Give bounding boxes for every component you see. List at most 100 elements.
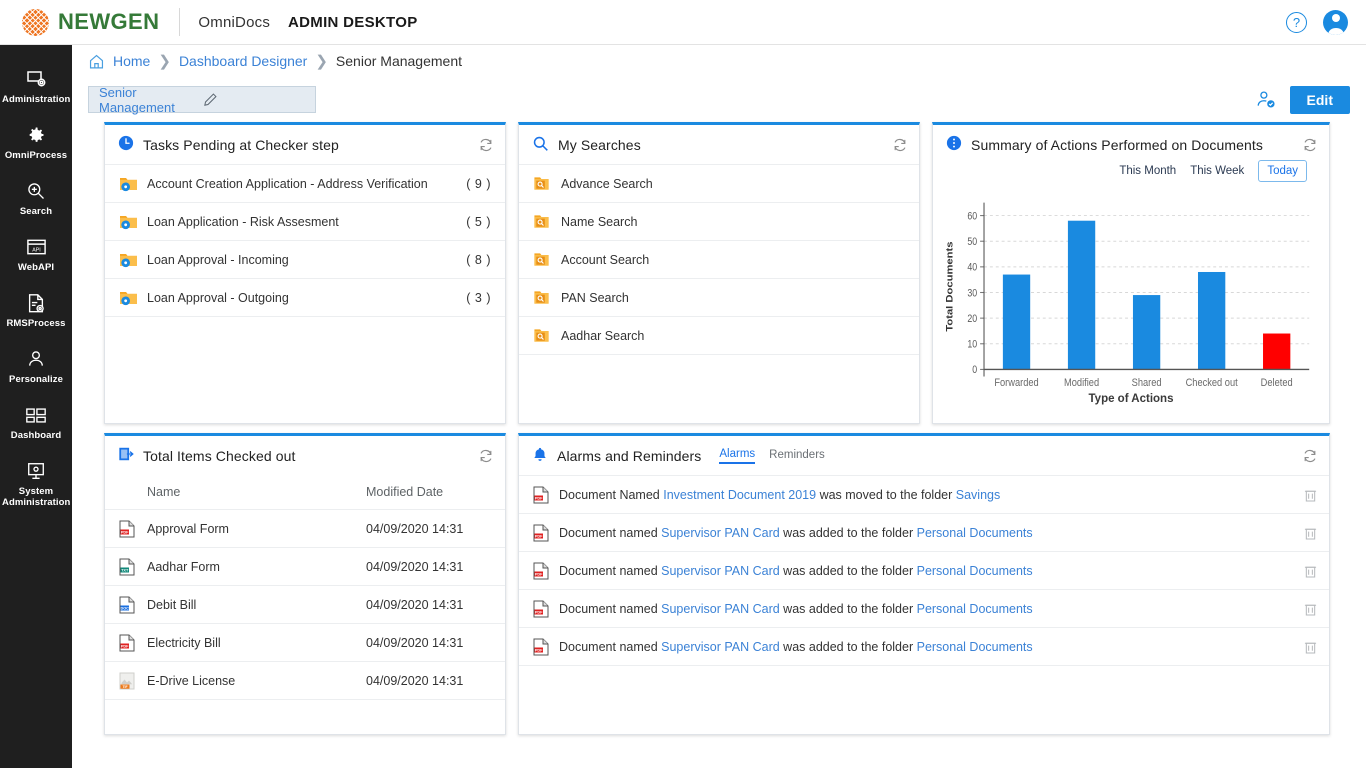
tab-reminders[interactable]: Reminders — [769, 449, 825, 463]
alarm-document-link[interactable]: Supervisor PAN Card — [661, 640, 780, 654]
list-item[interactable]: Loan Approval - Incoming ( 8 ) — [105, 240, 505, 278]
tif-file-icon: TIF — [119, 672, 147, 690]
breadcrumb: Home ❯ Dashboard Designer ❯ Senior Manag… — [72, 45, 1366, 77]
file-modified-date: 04/09/2020 14:31 — [366, 521, 464, 536]
alarm-folder-link[interactable]: Personal Documents — [917, 640, 1033, 654]
sidebar-item-search[interactable]: Search — [0, 171, 72, 227]
chart-filter-this-month[interactable]: This Month — [1119, 165, 1176, 177]
panel-header: Total Items Checked out — [105, 436, 505, 475]
alarm-item[interactable]: PDF Document named Supervisor PAN Card w… — [519, 513, 1329, 551]
list-item[interactable]: Name Search — [519, 202, 919, 240]
alarm-document-link[interactable]: Supervisor PAN Card — [661, 564, 780, 578]
list-item[interactable]: PAN Search — [519, 278, 919, 316]
sidebar-item-dashboard[interactable]: Dashboard — [0, 395, 72, 451]
alarm-folder-link[interactable]: Savings — [956, 488, 1000, 502]
table-row[interactable]: DOC Debit Bill 04/09/2020 14:31 — [105, 585, 505, 623]
alarm-document-link[interactable]: Investment Document 2019 — [663, 488, 816, 502]
panel-header: Alarms and Reminders Alarms Reminders — [519, 436, 1329, 475]
file-name: Electricity Bill — [147, 635, 221, 650]
bar-chart: 0 10 20 30 40 50 60 Forwarded Modified Shared Che… — [933, 182, 1329, 399]
sidebar-item-personalize[interactable]: Personalize — [0, 339, 72, 395]
refresh-icon[interactable] — [478, 448, 494, 464]
list-item[interactable]: Aadhar Search — [519, 316, 919, 354]
alarm-document-link[interactable]: Supervisor PAN Card — [661, 526, 780, 540]
dashboard-title-value: Senior Management — [99, 84, 175, 115]
alarm-message: Document Named Investment Document 2019 … — [559, 488, 1304, 502]
tab-alarms[interactable]: Alarms — [719, 448, 756, 464]
alarm-document-link[interactable]: Supervisor PAN Card — [661, 602, 780, 616]
table-row[interactable]: TXT Aadhar Form 04/09/2020 14:31 — [105, 547, 505, 585]
pdf-file-icon: PDF — [119, 634, 147, 652]
svg-text:PDF: PDF — [535, 648, 543, 652]
dashboard-title-input[interactable]: Senior Management — [88, 84, 316, 115]
sidebar-item-rmsprocess[interactable]: RMSProcess — [0, 283, 72, 339]
document-gear-icon — [2, 292, 70, 314]
refresh-icon[interactable] — [1302, 137, 1318, 153]
svg-text:20: 20 — [967, 313, 977, 325]
sidebar-item-webapi[interactable]: API WebAPI — [0, 227, 72, 283]
table-row[interactable]: PDF Electricity Bill 04/09/2020 14:31 — [105, 623, 505, 661]
sidebar-item-system-administration[interactable]: System Administration — [0, 451, 72, 518]
alarm-item[interactable]: PDF Document named Supervisor PAN Card w… — [519, 551, 1329, 589]
refresh-icon[interactable] — [478, 137, 494, 153]
table-row[interactable]: PDF Approval Form 04/09/2020 14:31 — [105, 509, 505, 547]
svg-text:PDF: PDF — [535, 496, 543, 500]
alarm-message: Document named Supervisor PAN Card was a… — [559, 602, 1304, 616]
newgen-logo[interactable]: NEWGEN — [22, 8, 159, 36]
list-item[interactable]: Loan Approval - Outgoing ( 3 ) — [105, 278, 505, 316]
alarm-folder-link[interactable]: Personal Documents — [917, 526, 1033, 540]
chart-filter-today[interactable]: Today — [1258, 160, 1307, 182]
trash-icon[interactable] — [1304, 526, 1317, 540]
pdf-file-icon: PDF — [533, 562, 559, 580]
grid-tiles-icon — [2, 404, 70, 426]
refresh-icon[interactable] — [1302, 448, 1318, 464]
list-item[interactable]: Account Creation Application - Address V… — [105, 164, 505, 202]
trash-icon[interactable] — [1304, 564, 1317, 578]
trash-icon[interactable] — [1304, 602, 1317, 616]
list-item-label: Loan Application - Risk Assesment — [147, 214, 339, 229]
pencil-edit-icon[interactable] — [203, 92, 307, 107]
breadcrumb-item-dashboard-designer[interactable]: Dashboard Designer — [179, 53, 307, 69]
sidebar-item-administration[interactable]: Administration — [0, 59, 72, 115]
refresh-icon[interactable] — [892, 137, 908, 153]
alarm-item[interactable]: PDF Document Named Investment Document 2… — [519, 475, 1329, 513]
user-avatar-icon[interactable] — [1323, 9, 1348, 35]
alarms-bottom-divider — [519, 665, 1329, 666]
trash-icon[interactable] — [1304, 640, 1317, 654]
chart-filter-this-week[interactable]: This Week — [1190, 165, 1244, 177]
sidebar-item-omniprocess[interactable]: OmniProcess — [0, 115, 72, 171]
table-row[interactable]: TIF E-Drive License 04/09/2020 14:31 — [105, 661, 505, 699]
alarm-item[interactable]: PDF Document named Supervisor PAN Card w… — [519, 627, 1329, 665]
svg-text:0: 0 — [972, 364, 977, 376]
home-icon[interactable] — [88, 53, 105, 70]
list-item[interactable]: Loan Application - Risk Assesment ( 5 ) — [105, 202, 505, 240]
alarm-folder-link[interactable]: Personal Documents — [917, 564, 1033, 578]
svg-text:Forwarded: Forwarded — [994, 377, 1039, 389]
pdf-file-icon: PDF — [533, 524, 559, 542]
edit-button[interactable]: Edit — [1289, 85, 1350, 114]
alarm-folder-link[interactable]: Personal Documents — [917, 602, 1033, 616]
trash-icon[interactable] — [1304, 488, 1317, 502]
help-circle-icon[interactable]: ? — [1286, 11, 1307, 33]
pdf-file-icon: PDF — [119, 520, 147, 538]
chart-time-filters: This Month This Week Today — [933, 160, 1329, 182]
user-check-icon[interactable] — [1256, 89, 1277, 110]
list-item[interactable]: Account Search — [519, 240, 919, 278]
panel-tasks-pending: Tasks Pending at Checker step Account Cr… — [104, 122, 506, 424]
checkout-document-icon — [118, 446, 134, 465]
file-modified-date: 04/09/2020 14:31 — [366, 673, 464, 688]
alarm-prefix: Document named — [559, 639, 662, 654]
dashboard-grid: Tasks Pending at Checker step Account Cr… — [72, 122, 1366, 768]
breadcrumb-separator: ❯ — [315, 53, 328, 70]
folder-search-icon — [533, 327, 555, 344]
breadcrumb-item-home[interactable]: Home — [113, 53, 150, 69]
list-item[interactable]: Advance Search — [519, 164, 919, 202]
list-item-count: ( 3 ) — [466, 290, 491, 305]
list-item-label: Advance Search — [561, 176, 653, 191]
alarm-item[interactable]: PDF Document named Supervisor PAN Card w… — [519, 589, 1329, 627]
alarm-message: Document named Supervisor PAN Card was a… — [559, 564, 1304, 578]
sidebar-nav: Administration OmniProcess Search API We… — [0, 45, 72, 768]
list-item-label: Loan Approval - Outgoing — [147, 290, 289, 305]
svg-text:50: 50 — [967, 236, 977, 248]
panel-header: Tasks Pending at Checker step — [105, 125, 505, 164]
